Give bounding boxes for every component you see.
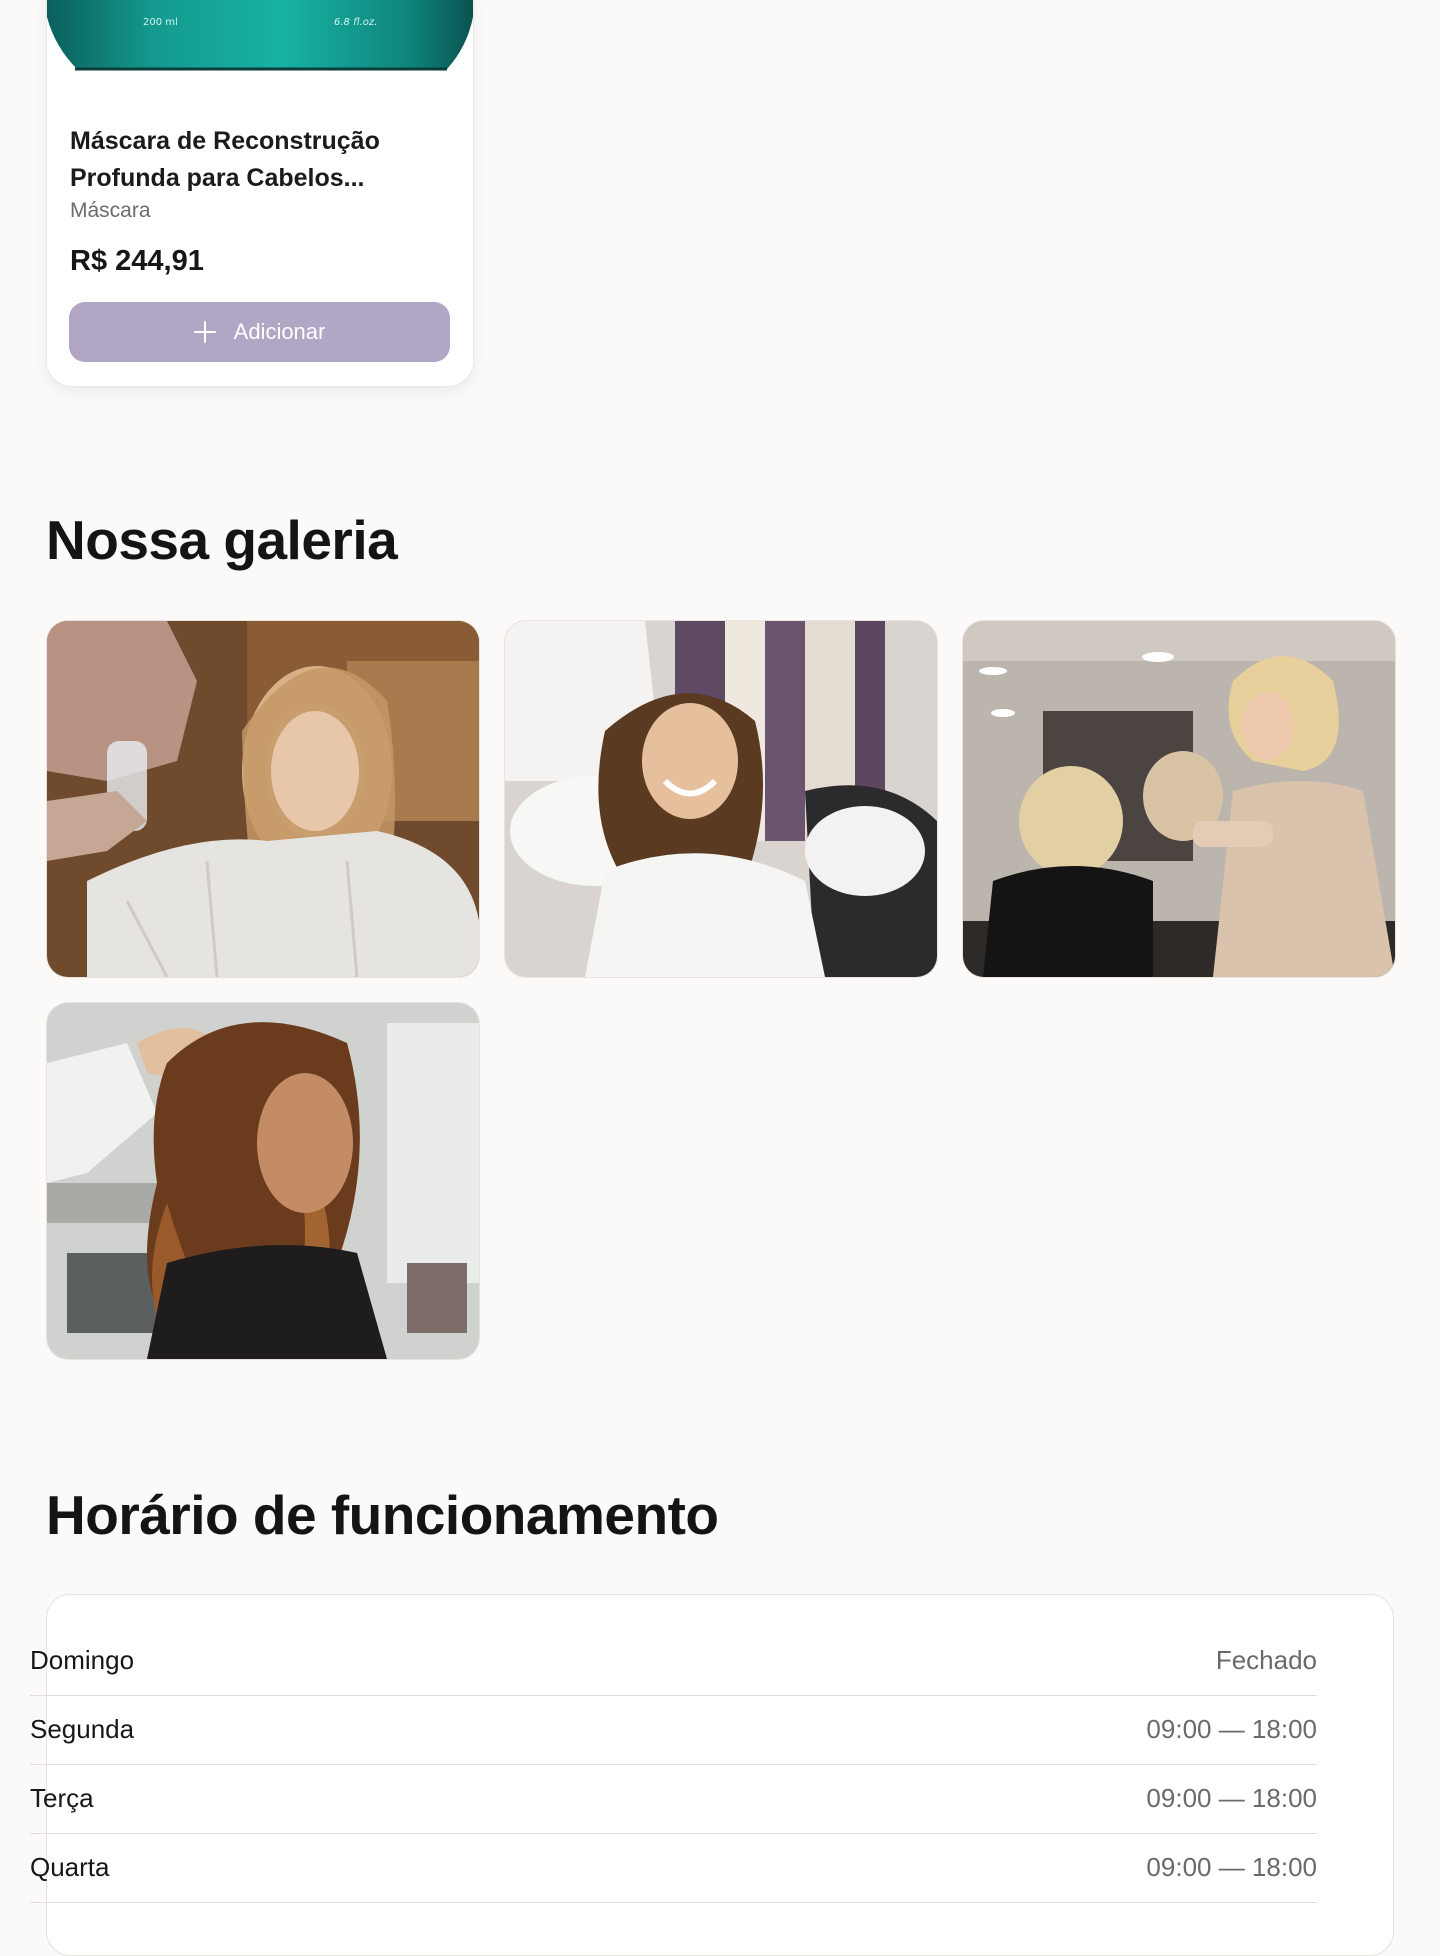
hours-row: Segunda 09:00 — 18:00 [30,1695,1317,1765]
hours-day: Quarta [30,1852,110,1882]
hours-day: Segunda [30,1714,135,1744]
hours-time: 09:00 — 18:00 [1146,1714,1317,1744]
gallery-title: Nossa galeria [46,509,398,571]
hours-row: Quarta 09:00 — 18:00 [30,1833,1317,1903]
product-name[interactable]: Máscara de Reconstrução Profunda para Ca… [70,123,430,197]
gallery-photo-curled-hair[interactable] [46,1002,480,1360]
jar-ounce-label: 6.8 fl.oz. [334,17,378,28]
add-button-label: Adicionar [233,319,326,344]
hours-day: Domingo [30,1645,135,1675]
gallery-photo-hair-wash[interactable] [504,620,938,978]
hours-time: 09:00 — 18:00 [1146,1783,1317,1813]
plus-icon [193,321,216,343]
hours-time: 09:00 — 18:00 [1146,1852,1317,1882]
hours-time: Fechado [1215,1645,1317,1675]
jar-volume-label: 200 ml [143,17,178,28]
product-price: R$ 244,91 [70,245,204,277]
add-to-cart-button[interactable]: Adicionar [69,302,450,362]
hours-row: Domingo Fechado [30,1626,1317,1696]
product-jar-image [47,0,473,71]
product-card[interactable]: 200 ml 6.8 fl.oz. Máscara de Reconstruçã… [46,0,474,387]
gallery-photo-styling-spray[interactable] [962,620,1396,978]
hours-row: Terça 09:00 — 18:00 [30,1764,1317,1834]
product-category: Máscara [70,199,151,222]
product-image: 200 ml 6.8 fl.oz. [47,0,473,73]
gallery-photo-haircut-spray[interactable] [46,620,480,978]
hours-title: Horário de funcionamento [46,1484,719,1546]
hours-day: Terça [30,1783,94,1813]
